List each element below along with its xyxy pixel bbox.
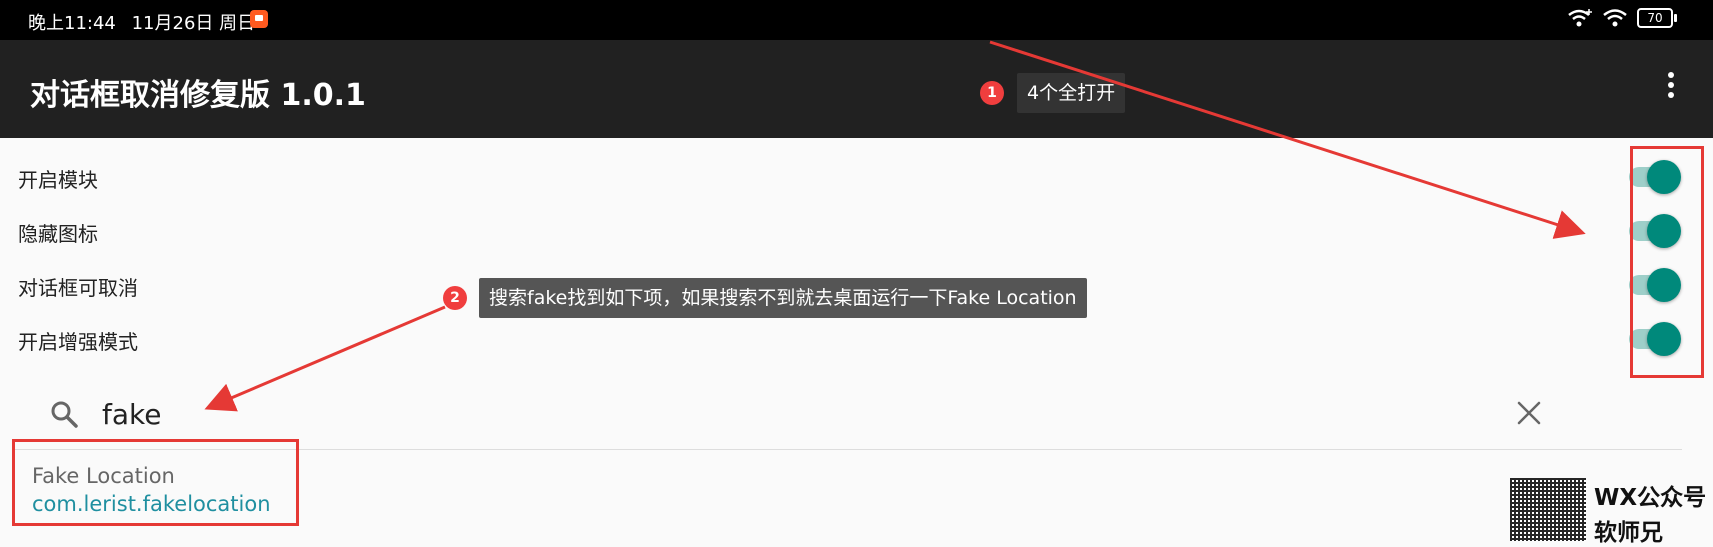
highlight-result-frame	[12, 439, 299, 526]
status-datetime: 晚上11:44 11月26日 周日	[28, 9, 255, 35]
annotation-badge-2: 2	[443, 286, 467, 310]
pref-label-dialog-cancelable: 对话框可取消	[18, 276, 138, 300]
search-icon	[51, 401, 78, 428]
app-bar: 对话框取消修复版 1.0.1	[0, 40, 1713, 138]
highlight-switches-frame	[1630, 146, 1704, 378]
watermark: WX公众号 软师兄	[1510, 478, 1710, 546]
pref-label-enhanced-mode: 开启增强模式	[18, 330, 138, 354]
watermark-line1: WX公众号	[1594, 485, 1707, 511]
wifi-calling-icon	[1568, 9, 1592, 27]
wifi-icon	[1603, 9, 1627, 27]
battery-icon: 70	[1637, 8, 1677, 28]
app-title: 对话框取消修复版 1.0.1	[30, 78, 366, 113]
search-bar	[0, 385, 1713, 445]
more-vert-icon[interactable]	[1667, 72, 1675, 102]
status-bar: 晚上11:44 11月26日 周日 70	[0, 0, 1713, 40]
pref-label-hide-icon: 隐藏图标	[18, 222, 98, 246]
pref-label-enable-module: 开启模块	[18, 168, 98, 192]
annotation-tip-1: 4个全打开	[1017, 73, 1126, 113]
qr-code-icon	[1510, 478, 1586, 541]
annotation-badge-1: 1	[980, 81, 1004, 105]
app-notification-icon	[250, 10, 268, 28]
status-date: 11月26日 周日	[131, 13, 256, 34]
status-icons: 70	[1567, 8, 1677, 28]
watermark-line2: 软师兄	[1594, 520, 1663, 546]
search-input[interactable]	[100, 393, 1404, 435]
close-icon[interactable]	[1515, 399, 1543, 427]
status-time: 晚上11:44	[28, 13, 116, 34]
annotation-tip-2: 搜索fake找到如下项，如果搜索不到就去桌面运行一下Fake Location	[479, 278, 1087, 318]
